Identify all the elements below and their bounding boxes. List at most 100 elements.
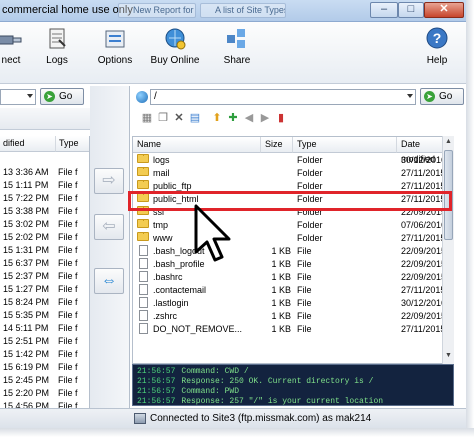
remote-type-cell: Folder <box>297 233 323 243</box>
local-modified-cell: 15 3:38 PM <box>3 206 50 216</box>
remote-scrollbar[interactable]: ▲ ▼ <box>442 136 454 364</box>
copy-icon[interactable]: ❐ <box>156 111 170 125</box>
logs-label: Logs <box>46 55 68 66</box>
minimize-button[interactable]: – <box>370 2 398 18</box>
folder-icon <box>137 180 149 189</box>
options-button[interactable]: Options <box>94 26 136 82</box>
remote-type-cell: File <box>297 272 312 282</box>
remote-table-row[interactable]: .lastlogin1 KBFile30/12/2016 4:16:10 <box>133 297 453 310</box>
remote-size-cell: 1 KB <box>271 259 291 269</box>
log-time: 21:56:57 <box>137 367 176 376</box>
local-table-row[interactable]: 15 2:45 PM File f <box>0 374 89 387</box>
local-type-cell: File f <box>58 310 78 320</box>
local-table-row[interactable]: 13 3:36 AM File f <box>0 166 89 179</box>
remote-table-row[interactable]: .contactemail1 KBFile27/11/2015 12:17:57 <box>133 284 453 297</box>
logs-button[interactable]: Logs <box>40 26 74 82</box>
scroll-up-icon[interactable]: ▲ <box>443 136 454 148</box>
stop-icon[interactable]: ▮ <box>274 111 288 125</box>
remote-table-row[interactable]: .bash_logout1 KBFile22/09/2015 12:36:41 <box>133 245 453 258</box>
buy-online-button[interactable]: Buy Online <box>148 26 202 82</box>
local-table-row[interactable]: 15 1:11 PM File f <box>0 179 89 192</box>
sync-arrows-icon: ⇔ <box>101 272 117 289</box>
local-table-row[interactable]: 15 7:22 PM File f <box>0 192 89 205</box>
remote-type-cell: File <box>297 246 312 256</box>
back-icon[interactable]: ◀ <box>242 111 256 125</box>
forward-icon[interactable]: ▶ <box>258 111 272 125</box>
background-tab-1[interactable]: New Report for Site <box>118 3 196 18</box>
remote-file-list: Name Size Type Date modified logs Folder 3… <box>132 136 454 364</box>
remote-path-combo[interactable]: / <box>150 89 416 105</box>
local-table-row[interactable]: 15 6:19 PM File f <box>0 361 89 374</box>
local-type-cell: File f <box>58 284 78 294</box>
column-header-modified[interactable]: dified <box>0 136 56 152</box>
local-table-row[interactable] <box>0 153 89 166</box>
remote-table-row[interactable]: logsFolder30/12/2016 4:16:10 <box>133 154 453 167</box>
remote-table-row[interactable]: .bash_profile1 KBFile22/09/2015 12:36:41 <box>133 258 453 271</box>
close-button[interactable]: ✕ <box>424 2 464 18</box>
local-table-row[interactable]: 15 2:51 PM File f <box>0 335 89 348</box>
remote-table-row[interactable]: .bashrc1 KBFile22/09/2015 12:36:41 <box>133 271 453 284</box>
left-go-button[interactable]: ➤ Go <box>40 88 84 105</box>
local-table-row[interactable]: 14 5:11 PM File f <box>0 322 89 335</box>
local-type-cell: File f <box>58 375 78 385</box>
local-table-row[interactable]: 15 4:56 PM File f <box>0 400 89 408</box>
file-icon <box>139 258 148 269</box>
column-header-name[interactable]: Name <box>133 137 261 153</box>
view-icon[interactable]: ▦ <box>140 111 154 125</box>
local-modified-cell: 13 3:36 AM <box>3 167 49 177</box>
help-button[interactable]: ? Help <box>422 26 452 82</box>
column-header-type[interactable]: Type <box>293 137 397 153</box>
globe-icon <box>136 91 148 103</box>
local-type-cell: File f <box>58 180 78 190</box>
window-title: commercial home use only <box>2 4 133 16</box>
remote-table-row[interactable]: tmpFolder07/06/2016 12:40:40 <box>133 219 453 232</box>
local-table-row[interactable]: 15 1:31 PM File f <box>0 244 89 257</box>
file-icon <box>139 297 148 308</box>
upload-button[interactable]: ⇨ <box>94 168 124 194</box>
scroll-down-icon[interactable]: ▼ <box>443 350 454 362</box>
local-table-row[interactable]: 15 3:38 PM File f <box>0 205 89 218</box>
remote-name-cell: mail <box>153 168 170 178</box>
share-button[interactable]: Share <box>220 26 254 82</box>
column-header-type[interactable]: Type <box>56 136 89 152</box>
local-table-row[interactable]: 15 2:37 PM File f <box>0 270 89 283</box>
remote-table-row[interactable]: mailFolder27/11/2015 12:23:21 <box>133 167 453 180</box>
local-table-row[interactable]: 15 2:02 PM File f <box>0 231 89 244</box>
new-folder-icon[interactable]: ✚ <box>226 111 240 125</box>
local-table-row[interactable]: 15 3:02 PM File f <box>0 218 89 231</box>
remote-name-cell: .zshrc <box>153 311 178 321</box>
chevron-down-icon <box>27 94 33 98</box>
local-type-cell: File f <box>58 336 78 346</box>
sync-button[interactable]: ⇔ <box>94 268 124 294</box>
arrow-left-icon: ⇦ <box>102 218 116 235</box>
column-header-size[interactable]: Size <box>261 137 293 153</box>
local-table-row[interactable]: 15 8:24 PM File f <box>0 296 89 309</box>
log-line: 21:56:57 Command: CWD / <box>137 367 249 377</box>
parent-folder-icon[interactable]: ⬆ <box>210 111 224 125</box>
local-table-row[interactable]: 15 5:35 PM File f <box>0 309 89 322</box>
remote-table-row[interactable]: wwwFolder27/11/2015 12:17:57 <box>133 232 453 245</box>
remote-type-cell: File <box>297 298 312 308</box>
log-line: 21:56:57 Response: 257 "/" is your curren… <box>137 397 383 405</box>
remote-name-cell: .contactemail <box>153 285 207 295</box>
local-modified-cell: 15 2:51 PM <box>3 336 50 346</box>
remote-name-cell: .lastlogin <box>153 298 189 308</box>
folder-icon <box>137 232 149 241</box>
local-table-row[interactable]: 15 1:42 PM File f <box>0 348 89 361</box>
maximize-button[interactable]: □ <box>398 2 424 18</box>
remote-go-button[interactable]: ➤ Go <box>420 88 464 105</box>
log-message: Command: PWD <box>181 387 240 396</box>
delete-icon[interactable]: ✕ <box>172 111 186 125</box>
properties-icon[interactable]: ▤ <box>188 111 202 125</box>
local-table-row[interactable]: 15 6:37 PM File f <box>0 257 89 270</box>
connect-button[interactable]: nect <box>0 26 28 82</box>
local-table-row[interactable]: 15 1:27 PM File f <box>0 283 89 296</box>
background-tab-2[interactable]: A list of Site Types <box>200 3 286 18</box>
left-path-combo[interactable] <box>0 89 36 105</box>
local-table-row[interactable]: 15 2:20 PM File f <box>0 387 89 400</box>
remote-table-row[interactable]: DO_NOT_REMOVE...1 KBFile27/11/2015 12:17… <box>133 323 453 336</box>
remote-size-cell: 1 KB <box>271 246 291 256</box>
local-modified-cell: 15 5:35 PM <box>3 310 50 320</box>
remote-table-row[interactable]: .zshrc1 KBFile22/09/2015 12:36:41 <box>133 310 453 323</box>
download-button[interactable]: ⇦ <box>94 214 124 240</box>
